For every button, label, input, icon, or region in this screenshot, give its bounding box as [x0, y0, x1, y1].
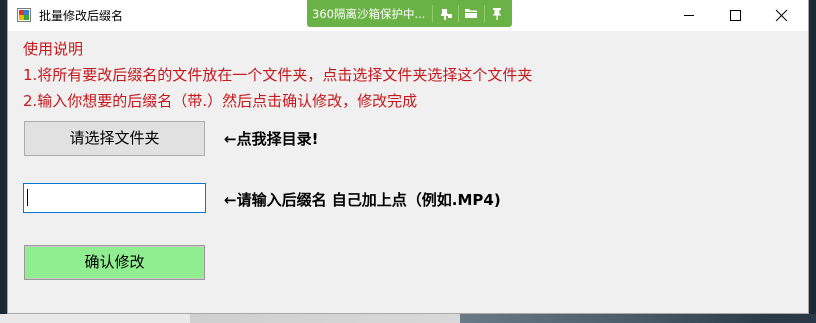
- folder-icon[interactable]: [460, 4, 482, 23]
- sandbox-separator: [484, 5, 485, 22]
- minimize-button[interactable]: [666, 0, 712, 31]
- sandbox-status-text: 360隔离沙箱保护中...: [312, 7, 426, 21]
- close-button[interactable]: [758, 0, 804, 31]
- suffix-input[interactable]: [23, 183, 206, 213]
- main-window: 批量修改后缀名 360隔离沙箱保护中... 使用说明 1.将所有要改后缀名的文件…: [7, 0, 809, 314]
- confirm-button[interactable]: 确认修改: [24, 245, 205, 280]
- suffix-hint: ←请输入后缀名 自己加上点（例如.MP4): [224, 191, 501, 209]
- sandbox-separator: [458, 5, 459, 22]
- desktop-background: [0, 314, 816, 323]
- select-folder-button[interactable]: 请选择文件夹: [24, 121, 205, 156]
- instructions-heading: 使用说明: [23, 40, 84, 58]
- window-title: 批量修改后缀名: [39, 9, 124, 23]
- maximize-icon: [730, 10, 741, 21]
- text-caret: [27, 189, 28, 206]
- instruction-line-1: 1.将所有要改后缀名的文件放在一个文件夹，点击选择文件夹选择这个文件夹: [23, 66, 533, 84]
- sandbox-status-bar: 360隔离沙箱保护中...: [307, 0, 512, 27]
- pin-icon[interactable]: [487, 4, 509, 23]
- select-folder-hint: ←点我择目录!: [224, 130, 319, 148]
- instruction-line-2: 2.输入你想要的后缀名（带.）然后点击确认修改，修改完成: [23, 92, 418, 110]
- close-icon: [775, 9, 788, 22]
- maximize-button[interactable]: [712, 0, 758, 31]
- sandbox-separator: [432, 5, 433, 22]
- app-icon: [17, 8, 31, 22]
- pin-settings-icon[interactable]: [435, 4, 457, 23]
- title-bar[interactable]: 批量修改后缀名 360隔离沙箱保护中...: [8, 0, 808, 31]
